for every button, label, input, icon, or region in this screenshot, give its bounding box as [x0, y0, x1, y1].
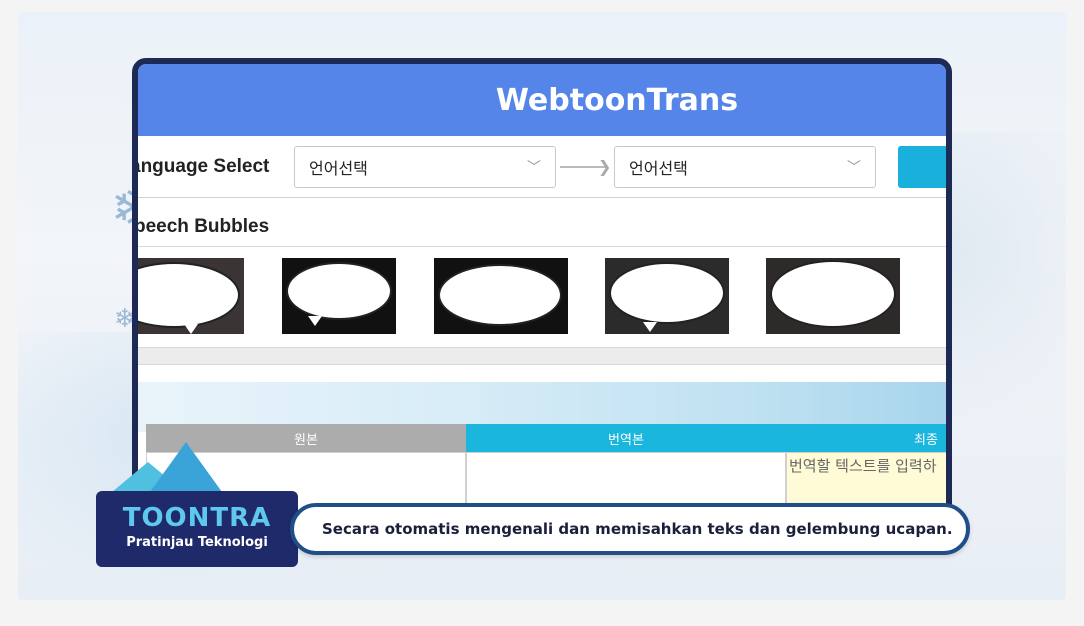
- speech-bubbles-label: peech Bubbles: [134, 216, 270, 237]
- column-header-final: 최종: [786, 424, 946, 452]
- speech-bubble-shape: [286, 262, 392, 320]
- language-select-row: anguage Select 언어선택 ﹀ ❯ 언어선택 ﹀: [138, 136, 946, 198]
- target-language-select[interactable]: 언어선택 ﹀: [614, 146, 876, 188]
- translate-button[interactable]: [898, 146, 946, 188]
- target-language-value: 언어선택: [629, 159, 688, 178]
- speech-bubble-tail: [184, 324, 198, 334]
- speech-bubble-tail: [643, 322, 657, 332]
- speech-bubble-thumbnail[interactable]: [138, 258, 244, 334]
- app-title: WebtoonTrans: [495, 82, 739, 118]
- chevron-down-icon: ﹀: [847, 160, 861, 176]
- speech-bubble-thumbnail[interactable]: [605, 258, 729, 334]
- speech-bubble-shape: [770, 260, 896, 328]
- app-header: WebtoonTrans: [138, 64, 946, 136]
- speech-bubble-shape: [138, 262, 240, 328]
- speech-bubble-shape: [609, 262, 725, 324]
- brand-logo-card: TOONTRA Pratinjau Teknologi: [96, 491, 298, 567]
- speech-bubble-thumbnail[interactable]: [282, 258, 396, 334]
- brand-title: TOONTRA: [122, 503, 272, 533]
- caption-text: Secara otomatis mengenali dan memisahkan…: [322, 520, 953, 538]
- logo-mountain-shape: [150, 442, 222, 492]
- source-language-value: 언어선택: [309, 159, 368, 178]
- source-language-select[interactable]: 언어선택 ﹀: [294, 146, 556, 188]
- arrow-right-icon: ❯: [598, 157, 612, 176]
- chevron-down-icon: ﹀: [527, 160, 541, 176]
- language-select-label: anguage Select: [132, 156, 270, 177]
- brand-subtitle: Pratinjau Teknologi: [126, 535, 268, 550]
- speech-bubble-thumbnail[interactable]: [766, 258, 900, 334]
- speech-bubble-shape: [438, 264, 562, 326]
- speech-bubble-tail: [308, 316, 322, 326]
- caption-banner: Secara otomatis mengenali dan memisahkan…: [290, 503, 970, 555]
- scroll-strip: [138, 347, 946, 365]
- app-window: WebtoonTrans anguage Select 언어선택 ﹀ ❯ 언어선…: [132, 58, 952, 528]
- speech-bubble-thumbnail[interactable]: [434, 258, 568, 334]
- column-header-translation: 번역본: [466, 424, 786, 452]
- divider: [138, 246, 946, 247]
